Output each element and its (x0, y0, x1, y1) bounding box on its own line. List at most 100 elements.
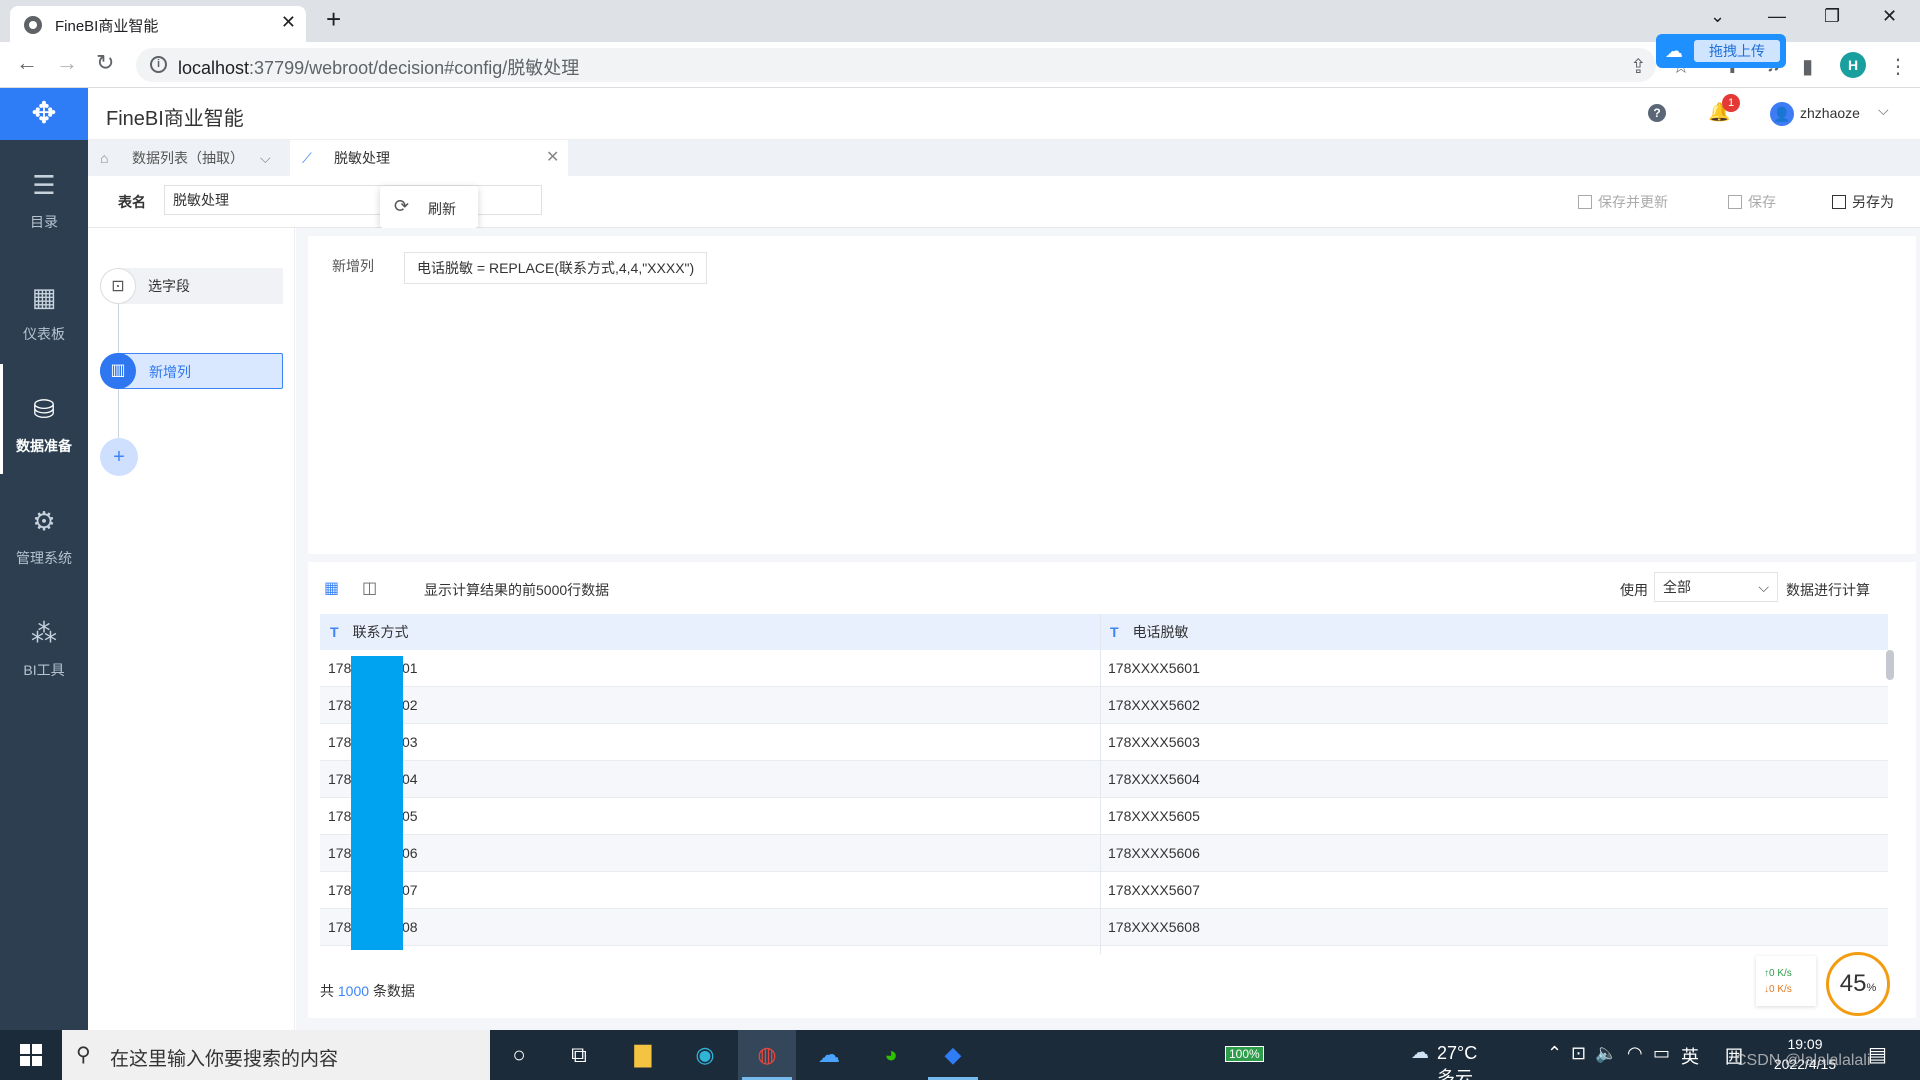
cell-phone-suffix: 06 (402, 845, 418, 861)
sidebar-item-label: 管理系统 (16, 550, 72, 566)
save-update-icon (1578, 195, 1592, 209)
detail-view-icon[interactable]: ◫ (362, 580, 380, 598)
task-view-icon[interactable]: ⧉ (550, 1030, 608, 1080)
wifi-icon[interactable]: ◠ (1627, 1043, 1643, 1064)
sidebar-item-data-prep[interactable]: ⛁ 数据准备 (0, 364, 88, 474)
file-explorer-icon[interactable]: ▇ (614, 1030, 672, 1080)
wechat-icon[interactable]: ◕ (862, 1030, 920, 1080)
row-count: 共 1000 条数据 (320, 981, 415, 1001)
forward-button[interactable]: → (56, 50, 78, 76)
url-field[interactable]: i localhost:37799/webroot/decision#confi… (136, 48, 1656, 82)
new-tab-button[interactable]: + (326, 4, 341, 35)
cell-phone-prefix: 178 (328, 845, 352, 861)
dashboard-icon: ▦ (31, 282, 57, 312)
sidebar-item-management[interactable]: ⚙ 管理系统 (0, 476, 88, 586)
table-row: 178 01 178XXXX5601 (320, 650, 1888, 687)
save-as-button[interactable]: 另存为 (1832, 192, 1894, 212)
finebi-taskbar-icon[interactable]: ◆ (924, 1030, 982, 1080)
app-title: FineBI商业智能 (106, 108, 244, 130)
tab-search-icon[interactable]: ⌄ (1710, 6, 1725, 27)
cell-phone-suffix: 07 (402, 882, 418, 898)
watermark: CSDN @lalalalalali (1735, 1052, 1871, 1069)
close-icon[interactable]: ✕ (546, 140, 559, 176)
table-row: 178 07 178XXXX5607 (320, 872, 1888, 909)
browser-tab[interactable]: FineBI商业智能 ✕ (10, 6, 306, 42)
chevron-down-icon[interactable]: ⌵ (260, 140, 271, 176)
save-button[interactable]: 保存 (1728, 192, 1776, 212)
profile-avatar[interactable]: H (1840, 52, 1866, 78)
refresh-popup[interactable]: ⟳ 刷新 (380, 186, 478, 228)
table-name-input[interactable]: 脱敏处理 (164, 185, 542, 215)
chrome-icon[interactable]: ◍ (738, 1030, 796, 1080)
finebi-logo-icon[interactable]: ✥ (0, 88, 88, 140)
grid-view-icon[interactable]: ▦ (324, 580, 342, 598)
network-speed-widget: ↑0 K/s ↓0 K/s (1756, 956, 1816, 1006)
search-icon: ⚲ (76, 1044, 91, 1066)
share-icon[interactable]: ⇪ (1630, 54, 1647, 79)
tray-chevron-icon[interactable]: ⌃ (1547, 1043, 1562, 1064)
cell-phone-suffix: 05 (402, 808, 418, 824)
formula-label: 新增列 (332, 258, 374, 274)
sidebar-item-dashboard[interactable]: ▦ 仪表板 (0, 252, 88, 362)
help-icon[interactable]: ? (1648, 104, 1666, 122)
edge-icon[interactable]: ◉ (676, 1030, 734, 1080)
cell-masked: 178XXXX5608 (1108, 919, 1200, 935)
drag-upload-widget[interactable]: ☁ 拖拽上传 (1656, 34, 1786, 68)
minimize-button[interactable]: — (1768, 6, 1786, 27)
vpn-icon[interactable]: ⊡ (1571, 1043, 1586, 1064)
chevron-down-icon[interactable]: ⌵ (1878, 102, 1889, 119)
column-header[interactable]: T 电话脱敏 (1110, 614, 1189, 650)
battery-icon[interactable]: ▭ (1653, 1043, 1670, 1064)
taskbar-search-placeholder: 在这里输入你要搜索的内容 (110, 1049, 339, 1070)
side-panel-icon[interactable]: ▮ (1802, 54, 1813, 79)
column-header[interactable]: T 联系方式 (330, 614, 409, 650)
weather-text[interactable]: 27°C 多云 (1437, 1043, 1477, 1090)
add-step-button[interactable]: + (100, 438, 138, 476)
table-scrollbar[interactable] (1886, 650, 1894, 680)
username[interactable]: zhzhaoze (1800, 105, 1860, 121)
site-info-icon[interactable]: i (150, 56, 167, 73)
window-close-button[interactable]: ✕ (1882, 6, 1897, 27)
maximize-button[interactable]: ❐ (1824, 6, 1840, 27)
tab-masking[interactable]: ⟋ 脱敏处理 ✕ (290, 140, 568, 176)
volume-icon[interactable]: 🔈 (1595, 1043, 1617, 1064)
redaction-block (351, 656, 403, 950)
cell-phone-suffix: 02 (402, 697, 418, 713)
calc-label: 数据进行计算 (1786, 582, 1870, 598)
battery-indicator[interactable]: 100% (1225, 1046, 1264, 1062)
url-path: :37799/webroot/decision#config/脱敏处理 (249, 58, 580, 78)
taskbar-search[interactable]: ⚲ 在这里输入你要搜索的内容 (62, 1030, 490, 1080)
notification-center-icon[interactable]: ▤ (1868, 1042, 1887, 1067)
cell-phone-suffix: 01 (402, 660, 418, 676)
column-header-label: 电话脱敏 (1132, 624, 1189, 640)
netdisk-icon[interactable]: ☁ (800, 1030, 858, 1080)
cell-phone-suffix: 04 (402, 771, 418, 787)
close-tab-icon[interactable]: ✕ (281, 12, 296, 33)
usage-value: 45 (1839, 970, 1867, 997)
reload-button[interactable]: ↻ (96, 50, 114, 76)
sidebar-item-catalog[interactable]: ☰ 目录 (0, 140, 88, 250)
user-avatar-icon[interactable]: 👤 (1770, 102, 1794, 126)
cell-phone-prefix: 178 (328, 808, 352, 824)
browser-menu-icon[interactable]: ⋮ (1888, 54, 1908, 79)
tab-data-list[interactable]: ⌂ 数据列表（抽取） ⌵ (88, 140, 290, 176)
column-divider (1100, 614, 1101, 954)
row-scope-value: 全部 (1663, 579, 1691, 595)
cortana-icon[interactable]: ○ (490, 1030, 548, 1080)
cloud-icon: ☁ (1665, 41, 1683, 61)
windows-taskbar: ⚲ 在这里输入你要搜索的内容 ○ ⧉ ▇ ◉ ◍ ☁ ◕ ◆ 100% ☁ 27… (0, 1030, 1920, 1088)
cell-masked: 178XXXX5606 (1108, 845, 1200, 861)
ime-indicator[interactable]: 英 (1681, 1043, 1699, 1069)
step-add-column[interactable]: ▥ 新增列 (100, 353, 283, 389)
sidebar-item-bi-tools[interactable]: ⁂ BI工具 (0, 588, 88, 698)
back-button[interactable]: ← (16, 50, 38, 76)
windows-start-icon[interactable] (20, 1044, 42, 1066)
home-icon: ⌂ (100, 150, 109, 166)
row-scope-select[interactable]: 全部 ⌵ (1654, 572, 1778, 602)
save-and-update-button[interactable]: 保存并更新 (1578, 192, 1668, 212)
formula-field[interactable]: 电话脱敏 = REPLACE(联系方式,4,4,"XXXX") (404, 252, 708, 284)
list-icon: ☰ (32, 170, 56, 200)
step-select-fields[interactable]: ⊡ 选字段 (100, 268, 283, 304)
memory-usage-gauge[interactable]: 45% (1826, 952, 1890, 1016)
app-sidebar: ✥ ☰ 目录 ▦ 仪表板 ⛁ 数据准备 ⚙ 管理系统 ⁂ BI工具 (0, 88, 88, 1030)
